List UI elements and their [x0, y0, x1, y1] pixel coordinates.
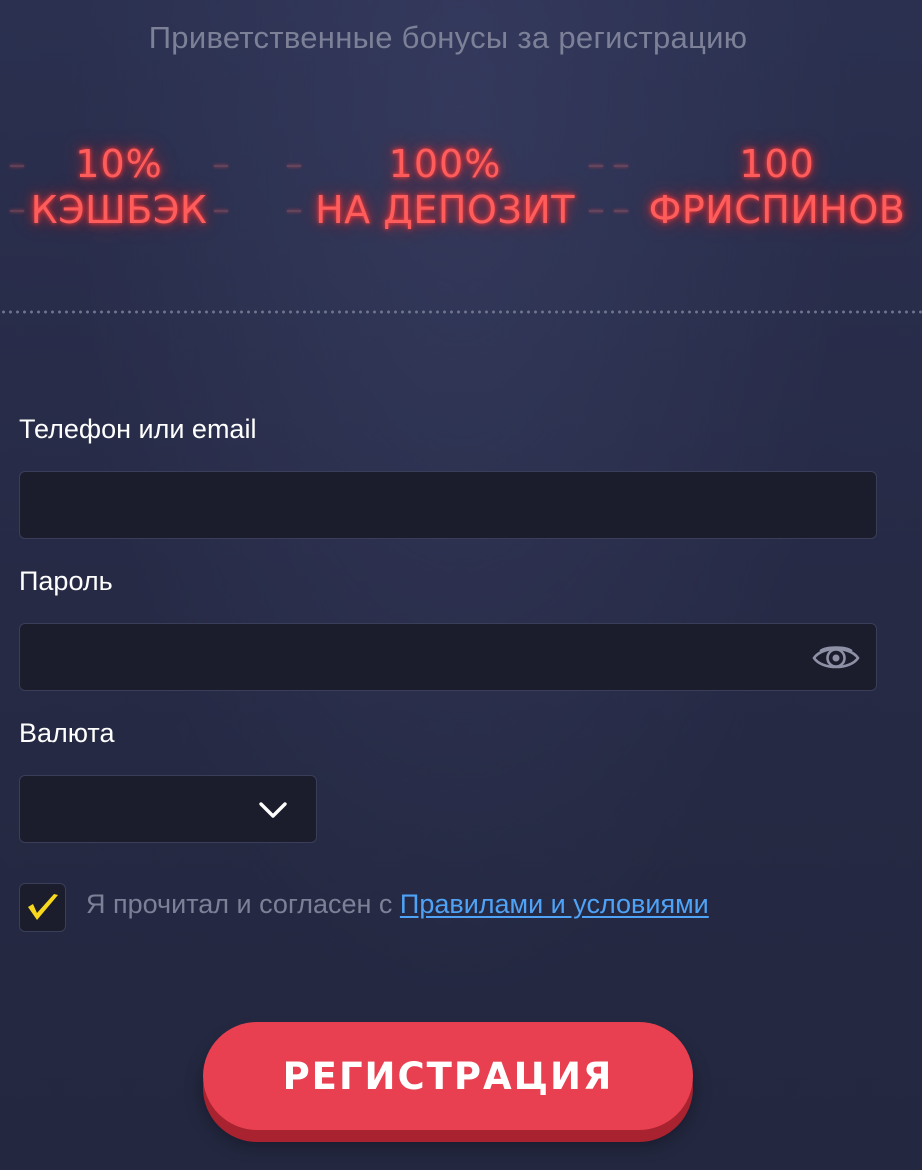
dotted-divider — [0, 310, 922, 314]
agree-checkbox[interactable] — [19, 883, 66, 932]
eye-icon[interactable] — [812, 641, 860, 675]
bonus-deposit-label: НА ДЕПОЗИТ — [287, 188, 603, 234]
welcome-bonus-headline: Приветственные бонусы за регистрацию — [148, 20, 748, 55]
agree-text-prefix: Я прочитал и согласен с — [86, 889, 400, 919]
bonus-deposit-value: 100% — [287, 142, 603, 188]
bonus-freespins-label: ФРИСПИНОВ — [614, 188, 922, 234]
password-field[interactable] — [19, 623, 877, 691]
bonus-cashback: 10% КЭШБЭК — [10, 142, 228, 234]
currency-select[interactable] — [19, 775, 317, 843]
register-button[interactable]: РЕГИСТРАЦИЯ — [203, 1022, 693, 1130]
password-input[interactable] — [20, 624, 876, 690]
phone-email-field[interactable] — [19, 471, 877, 539]
phone-email-label: Телефон или email — [19, 414, 257, 444]
chevron-down-icon — [258, 800, 288, 820]
agree-text: Я прочитал и согласен с Правилами и усло… — [86, 889, 709, 920]
bonus-deposit: 100% НА ДЕПОЗИТ — [287, 142, 603, 234]
currency-label: Валюта — [19, 718, 115, 748]
bonus-cashback-label: КЭШБЭК — [10, 188, 228, 234]
password-label: Пароль — [19, 566, 113, 596]
bonus-cashback-value: 10% — [10, 142, 228, 188]
phone-email-input[interactable] — [20, 472, 876, 538]
checkmark-icon — [28, 894, 58, 920]
bonus-freespins-value: 100 — [614, 142, 922, 188]
bonus-freespins: 100 ФРИСПИНОВ — [614, 142, 922, 234]
terms-link[interactable]: Правилами и условиями — [400, 889, 709, 919]
